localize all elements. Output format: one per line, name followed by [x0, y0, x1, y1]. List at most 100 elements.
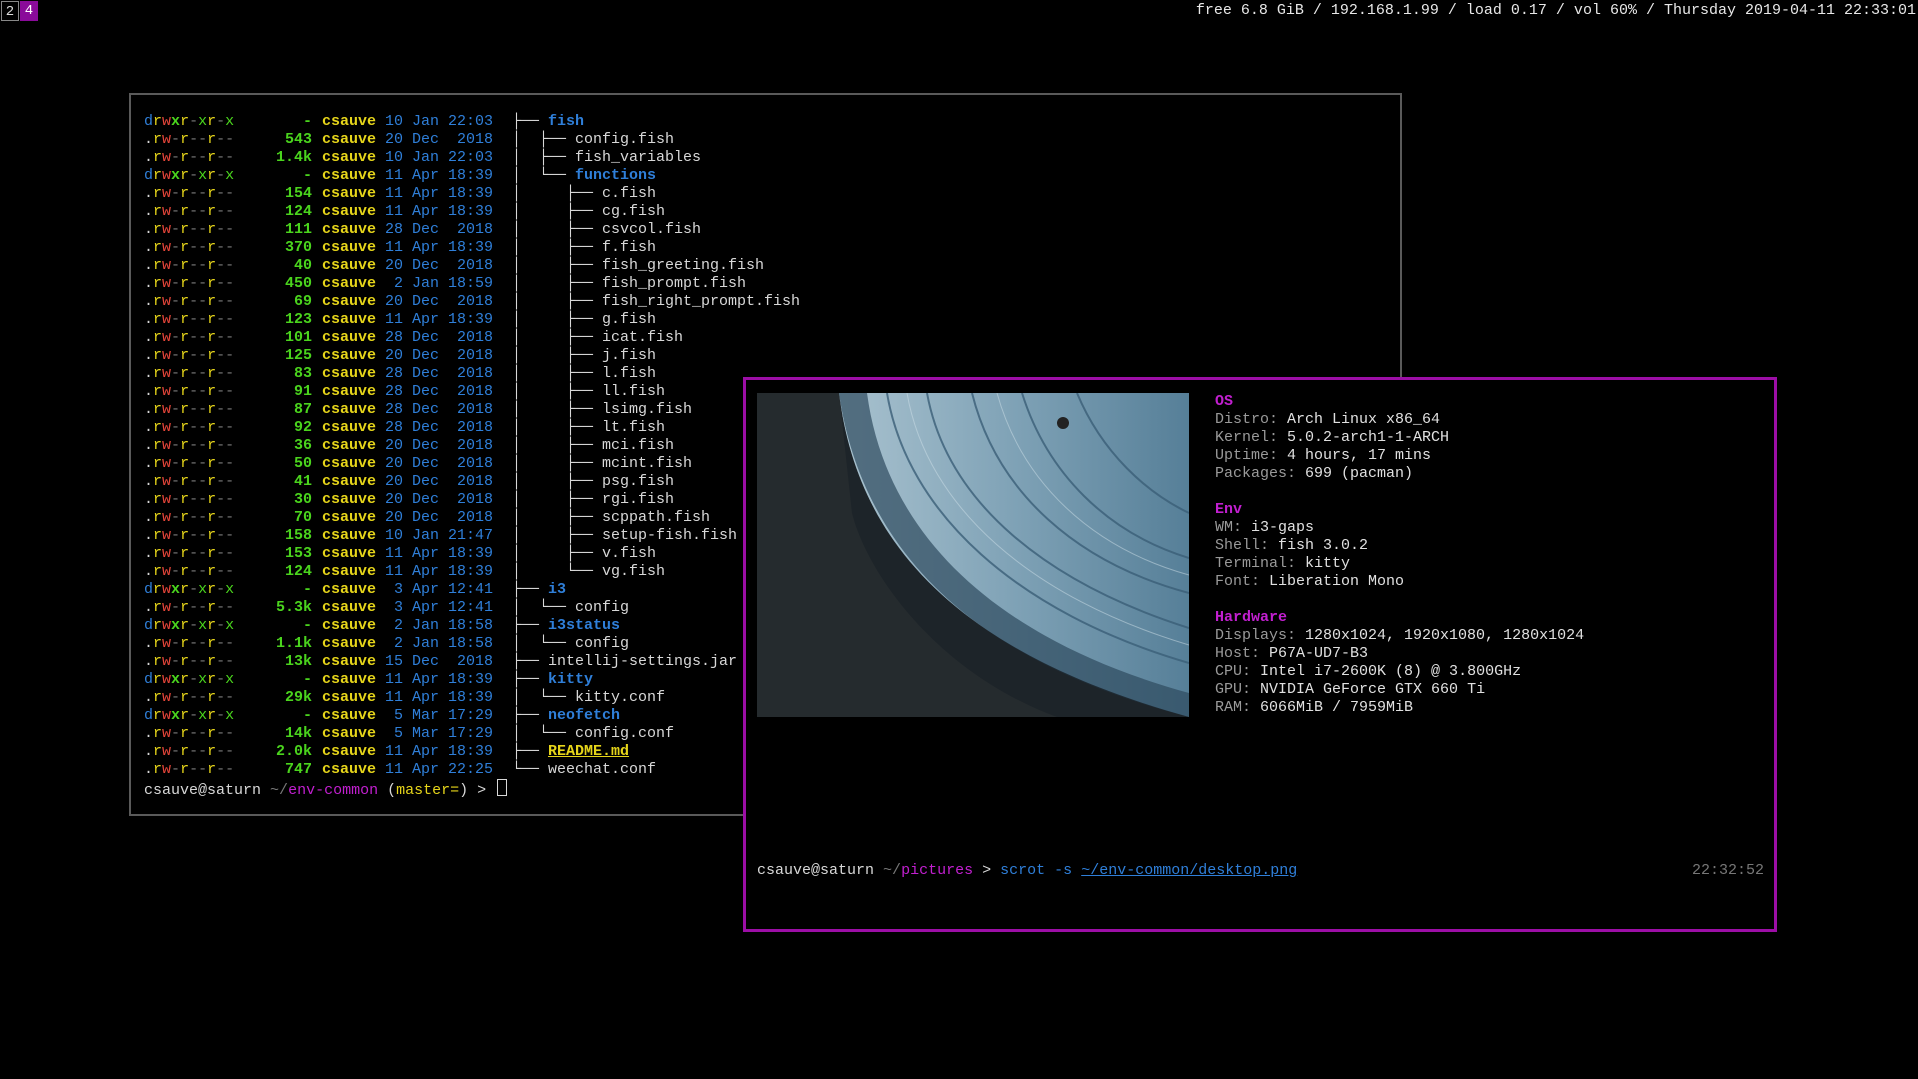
file-name[interactable]: weechat.conf [548, 761, 656, 778]
listing-row: .rw-r--r-- 111 csauve 28 Dec 2018 │ ├── csvc… [144, 221, 800, 239]
file-name[interactable]: c.fish [602, 185, 656, 202]
info-row: WM: i3-gaps [1215, 519, 1315, 536]
directory-name[interactable]: functions [575, 167, 656, 184]
file-name[interactable]: lsimg.fish [602, 401, 692, 418]
file-name[interactable]: j.fish [602, 347, 656, 364]
file-name[interactable]: psg.fish [602, 473, 674, 490]
tree-branch: │ └── [512, 725, 576, 742]
file-name[interactable]: vg.fish [602, 563, 665, 580]
prompt-tilde: ~/ [270, 782, 289, 799]
file-name[interactable]: kitty.conf [575, 689, 665, 706]
file-date: 28 Dec 2018 [385, 383, 494, 400]
file-owner: csauve [322, 671, 377, 688]
file-name[interactable]: setup-fish.fish [602, 527, 737, 544]
info-key: Uptime [1215, 447, 1270, 464]
file-owner: csauve [322, 545, 377, 562]
terminal-window-neofetch[interactable]: OS Distro: Arch Linux x86_64 Kernel: 5.0.2… [743, 377, 1777, 932]
command-line[interactable]: csauve@saturn ~/pictures > scrot -s ~/en… [757, 862, 1297, 879]
status-bar: 2 4 free 6.8 GiB / 192.168.1.99 / load 0… [0, 0, 1918, 22]
directory-name[interactable]: neofetch [548, 707, 620, 724]
info-key: GPU [1215, 681, 1243, 698]
file-size: 83 [293, 365, 312, 382]
file-owner: csauve [322, 563, 377, 580]
file-size: 50 [293, 455, 312, 472]
file-name[interactable]: csvcol.fish [602, 221, 701, 238]
branch-close-paren: ) [459, 782, 469, 799]
file-name[interactable]: config [575, 635, 629, 652]
directory-name[interactable]: kitty [548, 671, 593, 688]
file-size: 101 [284, 329, 312, 346]
permission-bits: .rw-r--r-- [144, 293, 235, 310]
file-name[interactable]: README.md [548, 743, 629, 760]
file-name[interactable]: l.fish [602, 365, 656, 382]
listing-row: .rw-r--r-- 747 csauve 11 Apr 22:25 └── weech… [144, 761, 800, 779]
file-size: - [302, 707, 312, 724]
file-name[interactable]: ll.fish [602, 383, 665, 400]
permission-bits: .rw-r--r-- [144, 473, 235, 490]
file-size: 1.1k [275, 635, 312, 652]
info-row: Font: Liberation Mono [1215, 573, 1405, 590]
permission-bits: drwxr-xr-x [144, 671, 235, 688]
tree-branch: │ ├── [512, 203, 603, 220]
file-name[interactable]: v.fish [602, 545, 656, 562]
workspace-2-button[interactable]: 2 [1, 1, 19, 21]
permission-bits: .rw-r--r-- [144, 329, 235, 346]
listing-row: .rw-r--r-- 70 csauve 20 Dec 2018 │ ├── scppa… [144, 509, 800, 527]
prompt-tilde: ~/ [883, 862, 902, 879]
file-name[interactable]: fish_right_prompt.fish [602, 293, 800, 310]
prompt-arrow: > [982, 862, 992, 879]
prompt-line[interactable]: csauve@saturn ~/env-common (master=) > [144, 779, 800, 800]
listing-row: .rw-r--r-- 370 csauve 11 Apr 18:39 │ ├── f.f… [144, 239, 800, 257]
workspace-4-button[interactable]: 4 [20, 1, 38, 21]
file-name[interactable]: config.fish [575, 131, 674, 148]
tree-branch: │ ├── [512, 149, 576, 166]
listing-row: .rw-r--r-- 87 csauve 28 Dec 2018 │ ├── lsimg… [144, 401, 800, 419]
file-name[interactable]: fish_prompt.fish [602, 275, 746, 292]
file-name[interactable]: fish_greeting.fish [602, 257, 764, 274]
file-name[interactable]: scppath.fish [602, 509, 710, 526]
info-row: Kernel: 5.0.2-arch1-1-ARCH [1215, 429, 1450, 446]
listing-row: .rw-r--r-- 123 csauve 11 Apr 18:39 │ ├── g.f… [144, 311, 800, 329]
info-row: Uptime: 4 hours, 17 mins [1215, 447, 1432, 464]
file-owner: csauve [322, 383, 377, 400]
listing-row: .rw-r--r-- 125 csauve 20 Dec 2018 │ ├── j.fi… [144, 347, 800, 365]
file-name[interactable]: mci.fish [602, 437, 674, 454]
directory-name[interactable]: i3 [548, 581, 566, 598]
permission-bits: .rw-r--r-- [144, 419, 235, 436]
file-size: - [302, 113, 312, 130]
file-size: 370 [284, 239, 312, 256]
file-name[interactable]: config [575, 599, 629, 616]
file-owner: csauve [322, 203, 377, 220]
file-name[interactable]: rgi.fish [602, 491, 674, 508]
file-name[interactable]: cg.fish [602, 203, 665, 220]
directory-name[interactable]: i3status [548, 617, 620, 634]
file-name[interactable]: f.fish [602, 239, 656, 256]
permission-bits: .rw-r--r-- [144, 563, 235, 580]
info-key: Displays [1215, 627, 1288, 644]
file-name[interactable]: g.fish [602, 311, 656, 328]
file-size: 1.4k [275, 149, 312, 166]
file-date: 11 Apr 18:39 [385, 167, 494, 184]
file-size: 91 [293, 383, 312, 400]
listing-row: .rw-r--r-- 543 csauve 20 Dec 2018 │ ├── conf… [144, 131, 800, 149]
tree-branch: │ ├── [512, 365, 603, 382]
tree-branch: │ ├── [512, 329, 603, 346]
listing-row: .rw-r--r-- 1.4k csauve 10 Jan 22:03 │ ├── fi… [144, 149, 800, 167]
tree-branch: │ ├── [512, 275, 603, 292]
prompt-user: csauve@saturn [144, 782, 262, 799]
file-name[interactable]: icat.fish [602, 329, 683, 346]
file-name[interactable]: intellij-settings.jar [548, 653, 737, 670]
file-size: 747 [284, 761, 312, 778]
file-date: 20 Dec 2018 [385, 131, 494, 148]
file-name[interactable]: lt.fish [602, 419, 665, 436]
command-path-link[interactable]: ~/env-common/desktop.png [1081, 862, 1297, 879]
listing-row: .rw-r--r-- 91 csauve 28 Dec 2018 │ ├── ll.fi… [144, 383, 800, 401]
file-name[interactable]: mcint.fish [602, 455, 692, 472]
text-cursor[interactable] [497, 779, 508, 796]
listing-row: .rw-r--r-- 158 csauve 10 Jan 21:47 │ ├── set… [144, 527, 800, 545]
file-name[interactable]: fish_variables [575, 149, 701, 166]
file-owner: csauve [322, 149, 377, 166]
directory-name[interactable]: fish [548, 113, 584, 130]
file-owner: csauve [322, 131, 377, 148]
file-name[interactable]: config.conf [575, 725, 674, 742]
